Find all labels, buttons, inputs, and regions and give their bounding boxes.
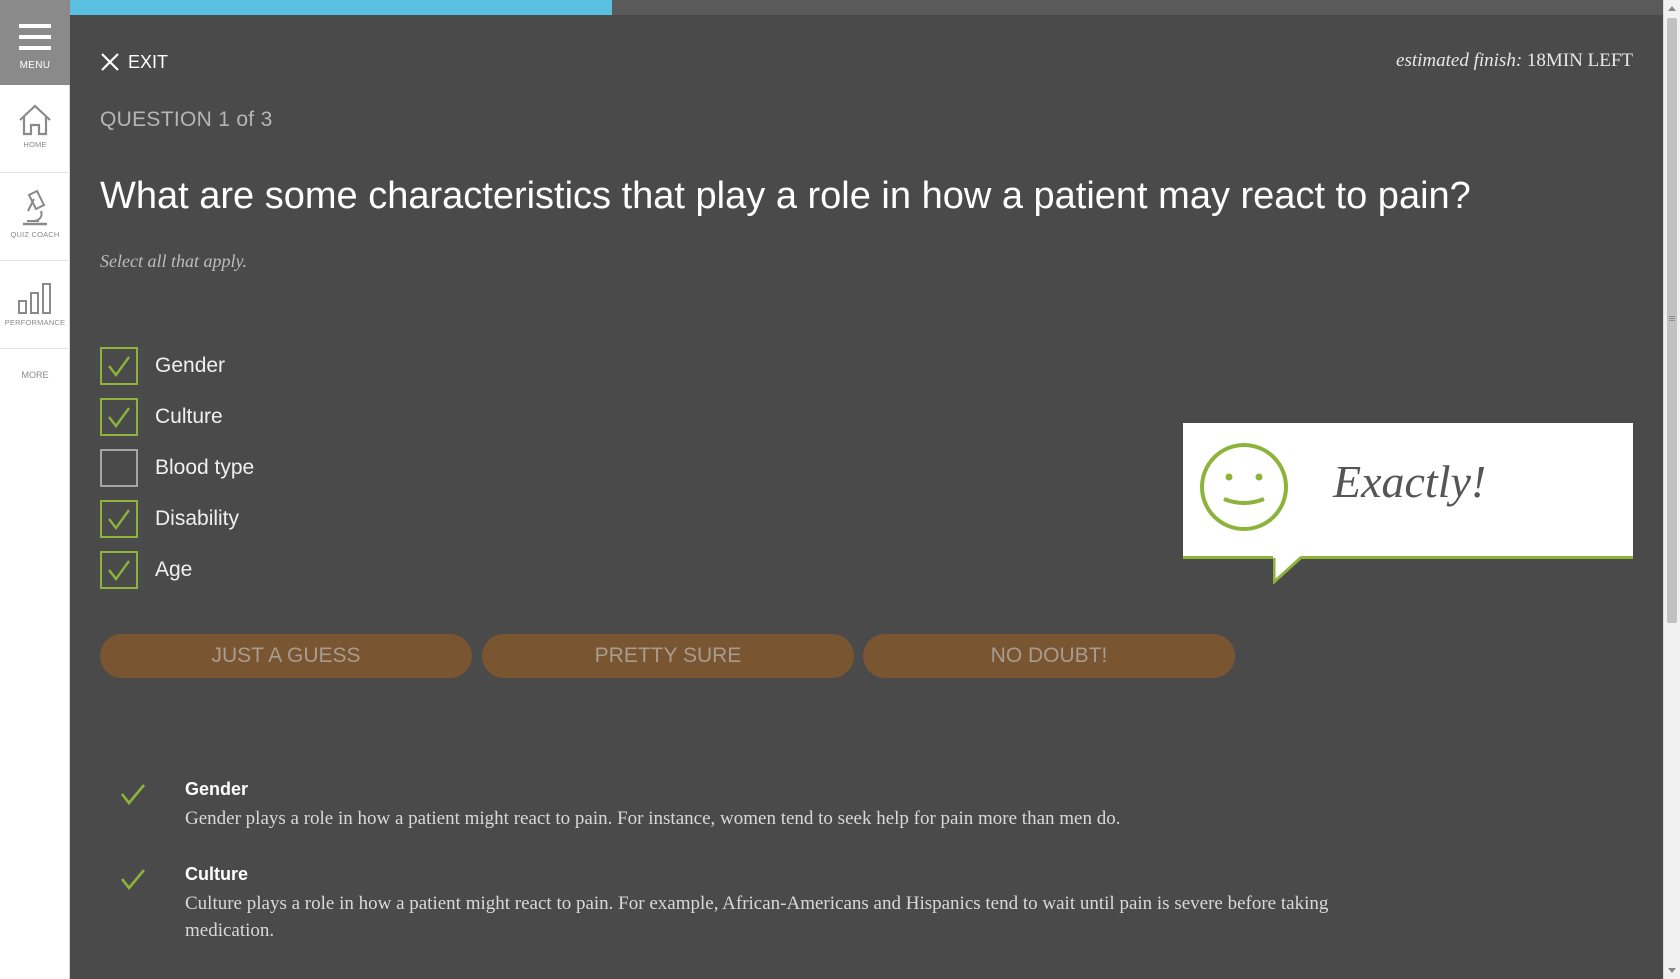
answer-option-disability[interactable]: Disability: [100, 500, 239, 538]
smiley-face-icon: [1200, 443, 1288, 531]
explanation-body: Culture plays a role in how a patient mi…: [185, 893, 1329, 941]
close-icon: [101, 53, 119, 71]
confidence-button-no-doubt[interactable]: NO DOUBT!: [863, 634, 1235, 678]
explanation-body: Gender plays a role in how a patient mig…: [185, 808, 1121, 829]
sidebar: MENU HOME QUIZ COACH PERFORMANCE MORE: [0, 0, 70, 979]
checkmark-icon: [108, 356, 130, 378]
answer-option-blood-type[interactable]: Blood type: [100, 449, 254, 487]
sidebar-item-quiz-coach[interactable]: QUIZ COACH: [0, 173, 70, 261]
feedback-text: Exactly!: [1333, 456, 1487, 507]
answer-option-label: Age: [155, 558, 193, 581]
checkbox-checked[interactable]: [100, 347, 138, 385]
grip-icon: [1669, 316, 1675, 321]
checkbox-checked[interactable]: [100, 551, 138, 589]
progress-fill: [70, 0, 612, 15]
sidebar-item-performance[interactable]: PERFORMANCE: [0, 261, 70, 349]
sidebar-item-home[interactable]: HOME: [0, 85, 70, 173]
sidebar-item-label: PERFORMANCE: [4, 318, 66, 327]
exit-button[interactable]: EXIT: [100, 50, 168, 74]
home-icon: [19, 104, 51, 136]
confidence-button-just-a-guess[interactable]: JUST A GUESS: [100, 634, 472, 678]
menu-label: MENU: [19, 60, 51, 71]
sidebar-item-more[interactable]: MORE: [0, 370, 70, 380]
checkmark-icon: [108, 407, 130, 429]
answer-option-label: Blood type: [155, 456, 255, 479]
checkmark-icon: [108, 509, 130, 531]
explanation-title: Gender: [185, 779, 249, 799]
bar-chart-icon: [18, 283, 51, 314]
progress-bar: [70, 0, 1663, 15]
question-counter: QUESTION 1 of 3: [100, 108, 273, 131]
answer-option-label: Disability: [155, 507, 240, 530]
answer-option-age[interactable]: Age: [100, 551, 192, 589]
feedback-bubble-tail: [1273, 556, 1303, 584]
sidebar-item-label: HOME: [23, 140, 47, 149]
answer-option-label: Culture: [155, 405, 223, 428]
sidebar-item-label: QUIZ COACH: [10, 230, 60, 239]
scrollbar[interactable]: [1663, 0, 1680, 979]
scrollbar-thumb[interactable]: [1667, 18, 1677, 623]
hamburger-icon: [19, 24, 51, 50]
explanation-title: Culture: [185, 864, 248, 884]
microscope-icon: [23, 189, 47, 226]
scroll-up-icon[interactable]: [1668, 6, 1676, 11]
exit-label: EXIT: [128, 51, 169, 72]
checkmark-icon: [120, 869, 145, 890]
checkbox-checked[interactable]: [100, 398, 138, 436]
confidence-button-pretty-sure[interactable]: PRETTY SURE: [482, 634, 854, 678]
estimated-finish-value: 18MIN LEFT: [1526, 50, 1633, 71]
question-text: What are some characteristics that play …: [100, 175, 1471, 217]
checkmark-icon: [108, 560, 130, 582]
answer-option-label: Gender: [155, 354, 226, 377]
feedback-bubble: Exactly!: [1183, 423, 1633, 559]
answer-option-gender[interactable]: Gender: [100, 347, 225, 385]
answer-option-culture[interactable]: Culture: [100, 398, 223, 436]
scroll-down-icon[interactable]: [1668, 968, 1676, 973]
estimated-finish-label: estimated finish:: [1396, 50, 1523, 71]
menu-button[interactable]: MENU: [0, 0, 70, 85]
checkbox-checked[interactable]: [100, 500, 138, 538]
estimated-finish: estimated finish: 18MIN LEFT: [1396, 50, 1633, 72]
checkbox-unchecked[interactable]: [100, 449, 138, 487]
checkmark-icon: [120, 784, 145, 805]
question-instructions: Select all that apply.: [100, 251, 247, 271]
